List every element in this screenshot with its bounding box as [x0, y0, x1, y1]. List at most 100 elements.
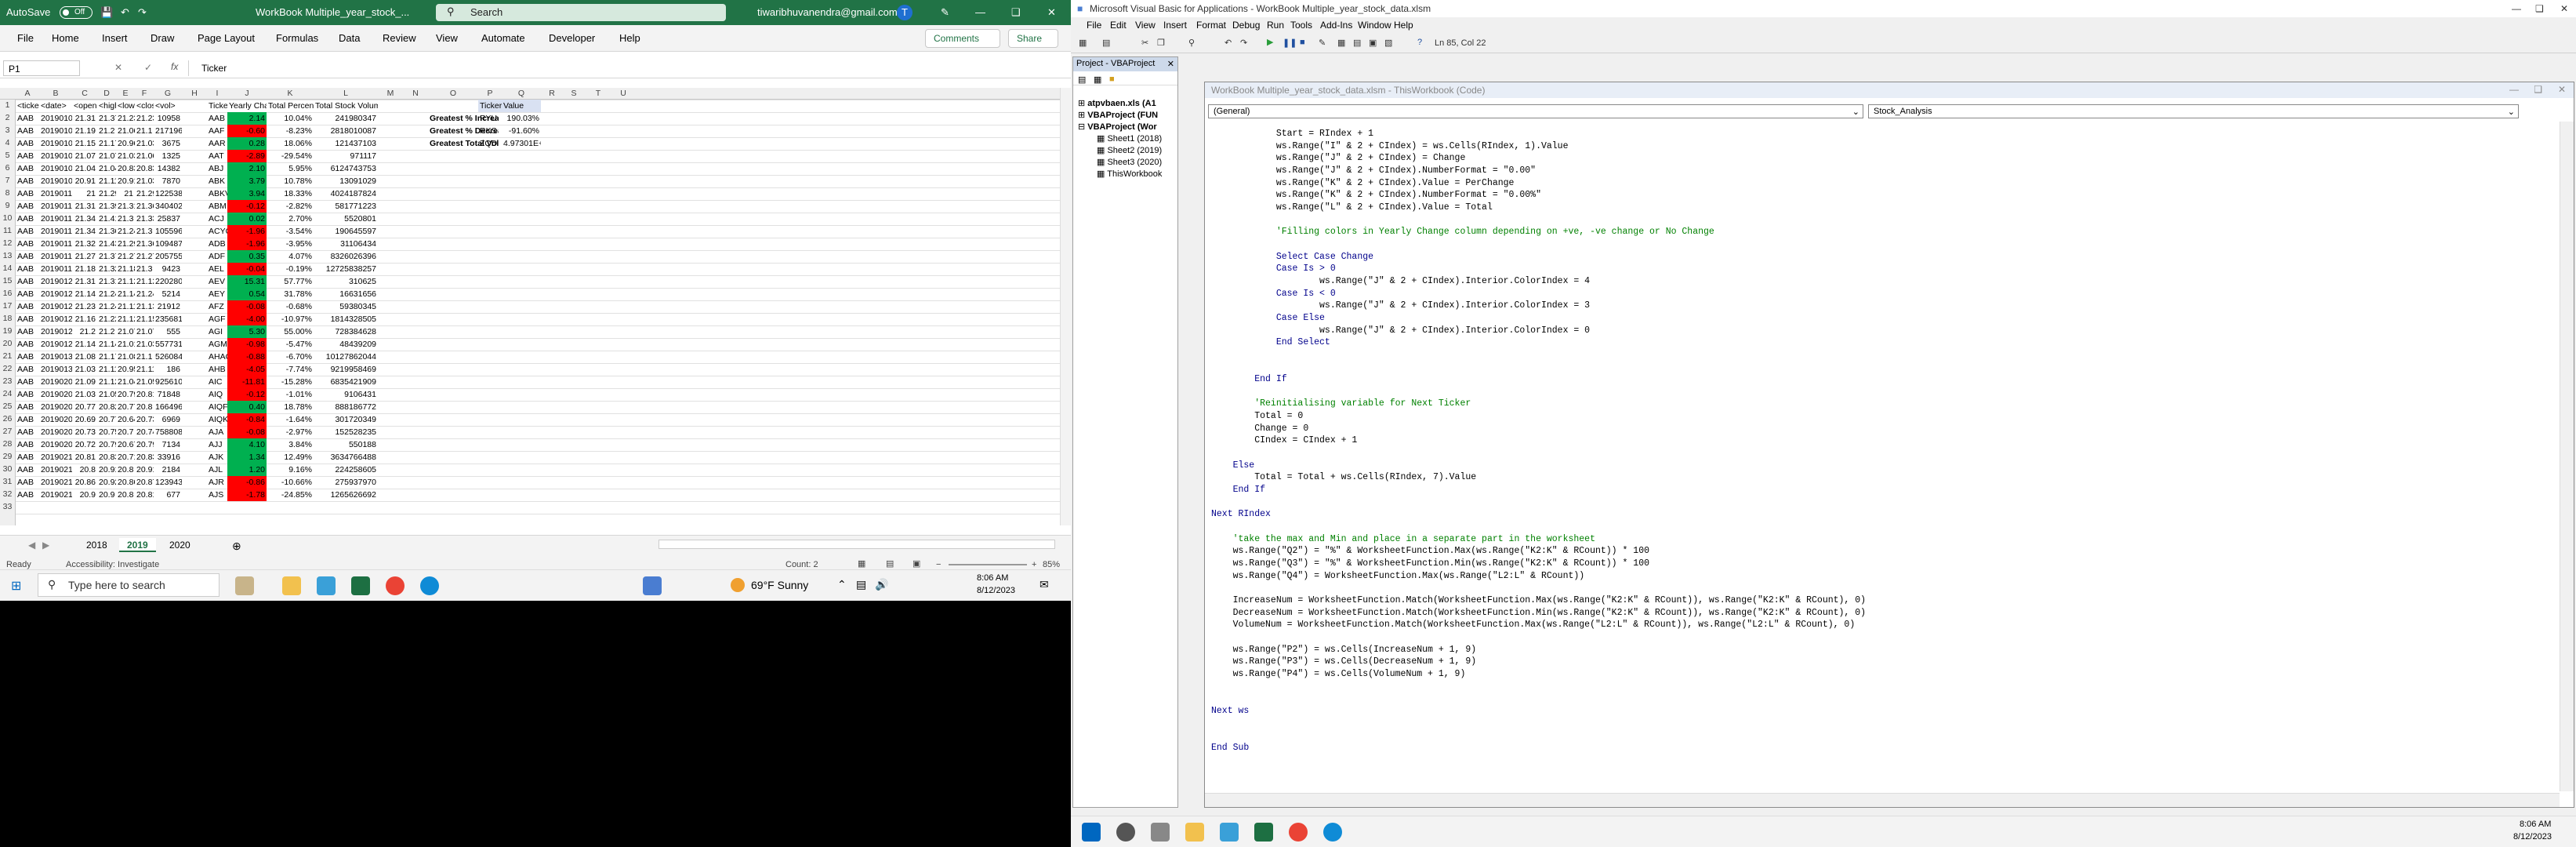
table-cell[interactable]: 18.78%	[267, 401, 314, 413]
cancel-icon[interactable]: ✕	[114, 62, 122, 73]
table-cell[interactable]: AAB	[16, 451, 39, 463]
copy-icon[interactable]: ❐	[1157, 38, 1165, 48]
table-cell[interactable]: AAB	[16, 275, 39, 288]
table-cell[interactable]: 18.06%	[267, 137, 314, 150]
code-line[interactable]: End If	[1211, 373, 2558, 386]
design-mode-icon[interactable]: ✎	[1319, 38, 1326, 48]
table-cell[interactable]: 4024187824	[314, 187, 378, 200]
table-cell[interactable]: 33916	[154, 451, 182, 463]
table-cell[interactable]: 20190102	[39, 112, 72, 125]
table-cell[interactable]: 21.34	[72, 225, 97, 238]
header-cell[interactable]: Ticker	[207, 100, 227, 112]
chrome-icon[interactable]	[1289, 823, 1308, 842]
normal-view-icon[interactable]: ▦	[858, 558, 865, 569]
weather-text[interactable]: 69°F Sunny	[751, 579, 808, 591]
table-cell[interactable]: 20190115	[39, 225, 72, 238]
table-cell[interactable]: 9219958469	[314, 363, 378, 376]
table-cell[interactable]: 21.16	[72, 313, 97, 325]
object-browser-icon[interactable]: ▣	[1369, 38, 1377, 48]
table-cell[interactable]: 21.01	[116, 338, 135, 351]
table-cell[interactable]: 20.91	[135, 463, 154, 476]
table-cell[interactable]: 14382	[154, 162, 182, 175]
header-cell[interactable]: <low>	[116, 100, 135, 112]
tree-item-vbaproject-fun[interactable]: ⊞ VBAProject (FUN	[1078, 110, 1158, 120]
table-cell[interactable]: 20190107	[39, 150, 72, 162]
row-header[interactable]: 21	[0, 351, 15, 361]
table-cell[interactable]: 21.03	[135, 137, 154, 150]
table-cell[interactable]: AAB	[16, 438, 39, 451]
code-line[interactable]: Start = RIndex + 1	[1211, 128, 2558, 140]
break-icon[interactable]: ❚❚	[1283, 38, 1297, 48]
table-cell[interactable]: 21.07	[135, 325, 154, 338]
table-cell[interactable]: AAB	[16, 112, 39, 125]
table-cell[interactable]: 526084	[154, 351, 182, 363]
table-cell[interactable]: 21.3	[135, 263, 154, 275]
notification-icon[interactable]: ✉	[1039, 578, 1049, 591]
table-cell[interactable]: AAB	[16, 351, 39, 363]
start-icon[interactable]	[1082, 823, 1101, 842]
code-line[interactable]: Total = Total + ws.Cells(RIndex, 7).Valu…	[1211, 471, 2558, 484]
code-line[interactable]	[1211, 582, 2558, 594]
table-cell[interactable]: 241980347	[314, 112, 378, 125]
table-cell[interactable]: 20190117	[39, 250, 72, 263]
code-line[interactable]	[1211, 729, 2558, 742]
table-cell[interactable]: -0.60	[227, 125, 267, 137]
next-sheet-icon[interactable]: ▶	[34, 538, 57, 552]
table-cell[interactable]: -4.00	[227, 313, 267, 325]
tab-page-layout[interactable]: Page Layout	[198, 32, 255, 44]
table-cell[interactable]: 10127862044	[314, 351, 378, 363]
row-header[interactable]: 11	[0, 226, 15, 235]
table-cell[interactable]: 10.04%	[267, 112, 314, 125]
table-cell[interactable]: 925610	[154, 376, 182, 388]
table-cell[interactable]: 48439209	[314, 338, 378, 351]
row-header[interactable]: 6	[0, 163, 15, 173]
tab-draw[interactable]: Draw	[151, 32, 174, 44]
header-cell[interactable]: Total Stock Volume	[314, 100, 378, 112]
find-icon[interactable]: ⚲	[1188, 38, 1195, 48]
table-cell[interactable]: -3.95%	[267, 238, 314, 250]
table-cell[interactable]: 20.86	[72, 476, 97, 489]
table-cell[interactable]: 21.18	[116, 263, 135, 275]
code-line[interactable]: ws.Range("J" & 2 + CIndex).NumberFormat …	[1211, 165, 2558, 177]
row-header[interactable]: 32	[0, 489, 15, 499]
table-cell[interactable]: 20.82	[97, 401, 116, 413]
code-line[interactable]	[1211, 361, 2558, 373]
table-cell[interactable]: 25837	[154, 213, 182, 225]
table-cell[interactable]: -0.98	[227, 338, 267, 351]
table-cell[interactable]: 301720349	[314, 413, 378, 426]
weather-icon[interactable]	[731, 578, 745, 592]
table-cell[interactable]: -2.97%	[267, 426, 314, 438]
table-cell[interactable]: 21.27	[72, 250, 97, 263]
table-cell[interactable]: AHB	[207, 363, 227, 376]
column-header-d[interactable]: D	[97, 89, 116, 98]
table-cell[interactable]: 2818010087	[314, 125, 378, 137]
code-line[interactable]: ws.Range("Q4") = WorksheetFunction.Max(w…	[1211, 570, 2558, 583]
code-line[interactable]	[1211, 238, 2558, 251]
project-explorer-icon[interactable]: ▦	[1337, 38, 1345, 48]
table-cell[interactable]: 20.91	[97, 463, 116, 476]
volume-icon[interactable]: 🔊	[875, 578, 888, 591]
vba-icon[interactable]	[643, 576, 662, 595]
code-line[interactable]	[1211, 496, 2558, 509]
table-cell[interactable]: 20.92	[97, 476, 116, 489]
table-cell[interactable]: 205755	[154, 250, 182, 263]
row-header[interactable]: 20	[0, 339, 15, 348]
table-cell[interactable]: AAB	[16, 137, 39, 150]
row-header[interactable]: 15	[0, 276, 15, 285]
table-cell[interactable]: -1.96	[227, 238, 267, 250]
vba-menu-view[interactable]: View	[1135, 20, 1156, 31]
table-cell[interactable]: 2.14	[227, 112, 267, 125]
table-cell[interactable]: 21.11	[135, 363, 154, 376]
pen-icon[interactable]: ✎	[941, 6, 949, 19]
code-line[interactable]: End Select	[1211, 336, 2558, 349]
code-line[interactable]	[1211, 349, 2558, 362]
table-cell[interactable]: 21.1	[135, 351, 154, 363]
table-cell[interactable]: -1.64%	[267, 413, 314, 426]
table-cell[interactable]: AAB	[16, 175, 39, 187]
row-header[interactable]: 18	[0, 314, 15, 323]
table-cell[interactable]: 20.86	[116, 476, 135, 489]
table-cell[interactable]: -0.08	[227, 426, 267, 438]
table-cell[interactable]: ABM	[207, 200, 227, 213]
table-cell[interactable]: AGI	[207, 325, 227, 338]
table-cell[interactable]: 2171964	[154, 125, 182, 137]
